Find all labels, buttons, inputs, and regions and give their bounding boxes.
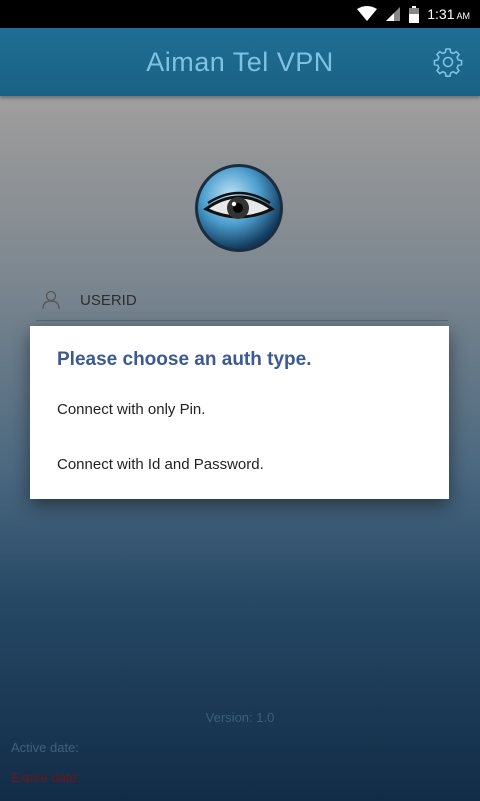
status-time-value: 1:31: [427, 6, 455, 22]
userid-underline: [36, 320, 448, 321]
gear-icon: [433, 48, 463, 77]
status-bar: 1:31 AM: [0, 0, 480, 28]
auth-type-dialog: Please choose an auth type. Connect with…: [30, 326, 449, 499]
status-icons: 1:31 AM: [357, 0, 470, 28]
wifi-icon: [357, 6, 378, 21]
version-text: Version: 1.0: [205, 710, 275, 725]
option-id-password[interactable]: Connect with Id and Password.: [57, 456, 264, 473]
dialog-title: Please choose an auth type.: [57, 349, 312, 370]
userid-label: USERID: [80, 292, 137, 309]
settings-button[interactable]: [432, 46, 464, 78]
vpn-app-screen: 1:31 AM Aiman Tel VPN USERID Please choo…: [0, 0, 480, 801]
app-title: Aiman Tel VPN: [146, 47, 334, 77]
option-pin-only[interactable]: Connect with only Pin.: [57, 401, 205, 418]
app-logo: [194, 163, 284, 253]
app-bar: Aiman Tel VPN: [0, 28, 480, 96]
expire-date-label: Expire date:: [11, 770, 81, 785]
active-date-label: Active date:: [11, 740, 79, 755]
status-time-ampm: AM: [456, 11, 471, 21]
userid-field[interactable]: USERID: [36, 284, 448, 321]
person-icon: [42, 290, 60, 310]
battery-icon: [409, 5, 420, 23]
cell-signal-icon: [386, 7, 401, 21]
eye-logo-icon: [195, 164, 283, 252]
status-time: 1:31 AM: [427, 6, 470, 22]
